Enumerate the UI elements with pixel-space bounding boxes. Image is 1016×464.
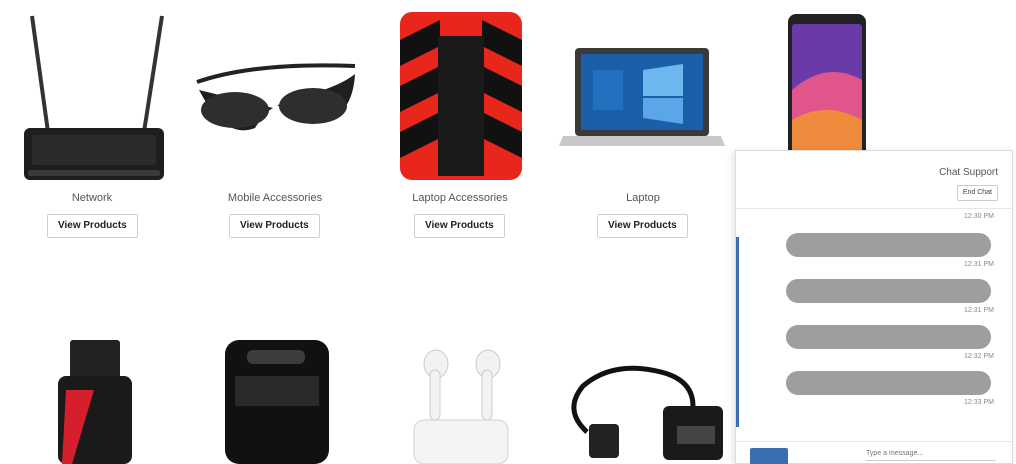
product-name: Network xyxy=(71,192,113,204)
message-timestamp: 12:33 PM xyxy=(964,399,994,406)
view-products-button-laptop-accessories[interactable]: View Products xyxy=(414,214,505,238)
otg-cable-image[interactable] xyxy=(553,320,733,464)
camera-glasses-image[interactable] xyxy=(185,0,365,185)
product-name: Mobile Accessories xyxy=(227,192,323,204)
chat-message-input[interactable] xyxy=(866,447,996,461)
message-timestamp: 12:32 PM xyxy=(964,353,994,360)
chat-support-panel[interactable]: Chat Support End Chat 12:30 PM 12:31 PM … xyxy=(735,150,1013,464)
laptop-image[interactable] xyxy=(553,0,733,185)
external-hdd-image[interactable] xyxy=(370,0,550,185)
chat-message-feed[interactable]: 12:30 PM 12:31 PM 12:31 PM 12:32 PM 12:3… xyxy=(736,209,1012,441)
smartphone-image[interactable] xyxy=(736,0,916,160)
chat-title: Chat Support xyxy=(939,167,998,178)
product-name: Laptop Accessories xyxy=(412,192,508,204)
chat-message-bubble xyxy=(786,233,991,257)
view-products-button-mobile-accessories[interactable]: View Products xyxy=(229,214,320,238)
view-products-button-network[interactable]: View Products xyxy=(47,214,138,238)
usb-flash-drive-black-image[interactable] xyxy=(185,320,365,464)
attach-icon[interactable] xyxy=(750,448,788,464)
message-timestamp: 12:30 PM xyxy=(964,213,994,220)
usb-flash-drive-image[interactable] xyxy=(2,320,182,464)
message-timestamp: 12:31 PM xyxy=(964,261,994,268)
end-chat-button[interactable]: End Chat xyxy=(956,185,998,201)
message-timestamp: 12:31 PM xyxy=(964,307,994,314)
view-products-button-laptop[interactable]: View Products xyxy=(597,214,688,238)
chat-scrollbar[interactable] xyxy=(736,237,739,427)
wireless-earbuds-image[interactable] xyxy=(370,320,550,464)
router-image[interactable] xyxy=(2,0,182,185)
product-name: Laptop xyxy=(626,192,660,204)
chat-footer xyxy=(736,441,1012,464)
chat-header: Chat Support End Chat xyxy=(736,151,1012,209)
chat-message-bubble xyxy=(786,279,991,303)
chat-message-bubble xyxy=(786,325,991,349)
chat-message-bubble xyxy=(786,371,991,395)
